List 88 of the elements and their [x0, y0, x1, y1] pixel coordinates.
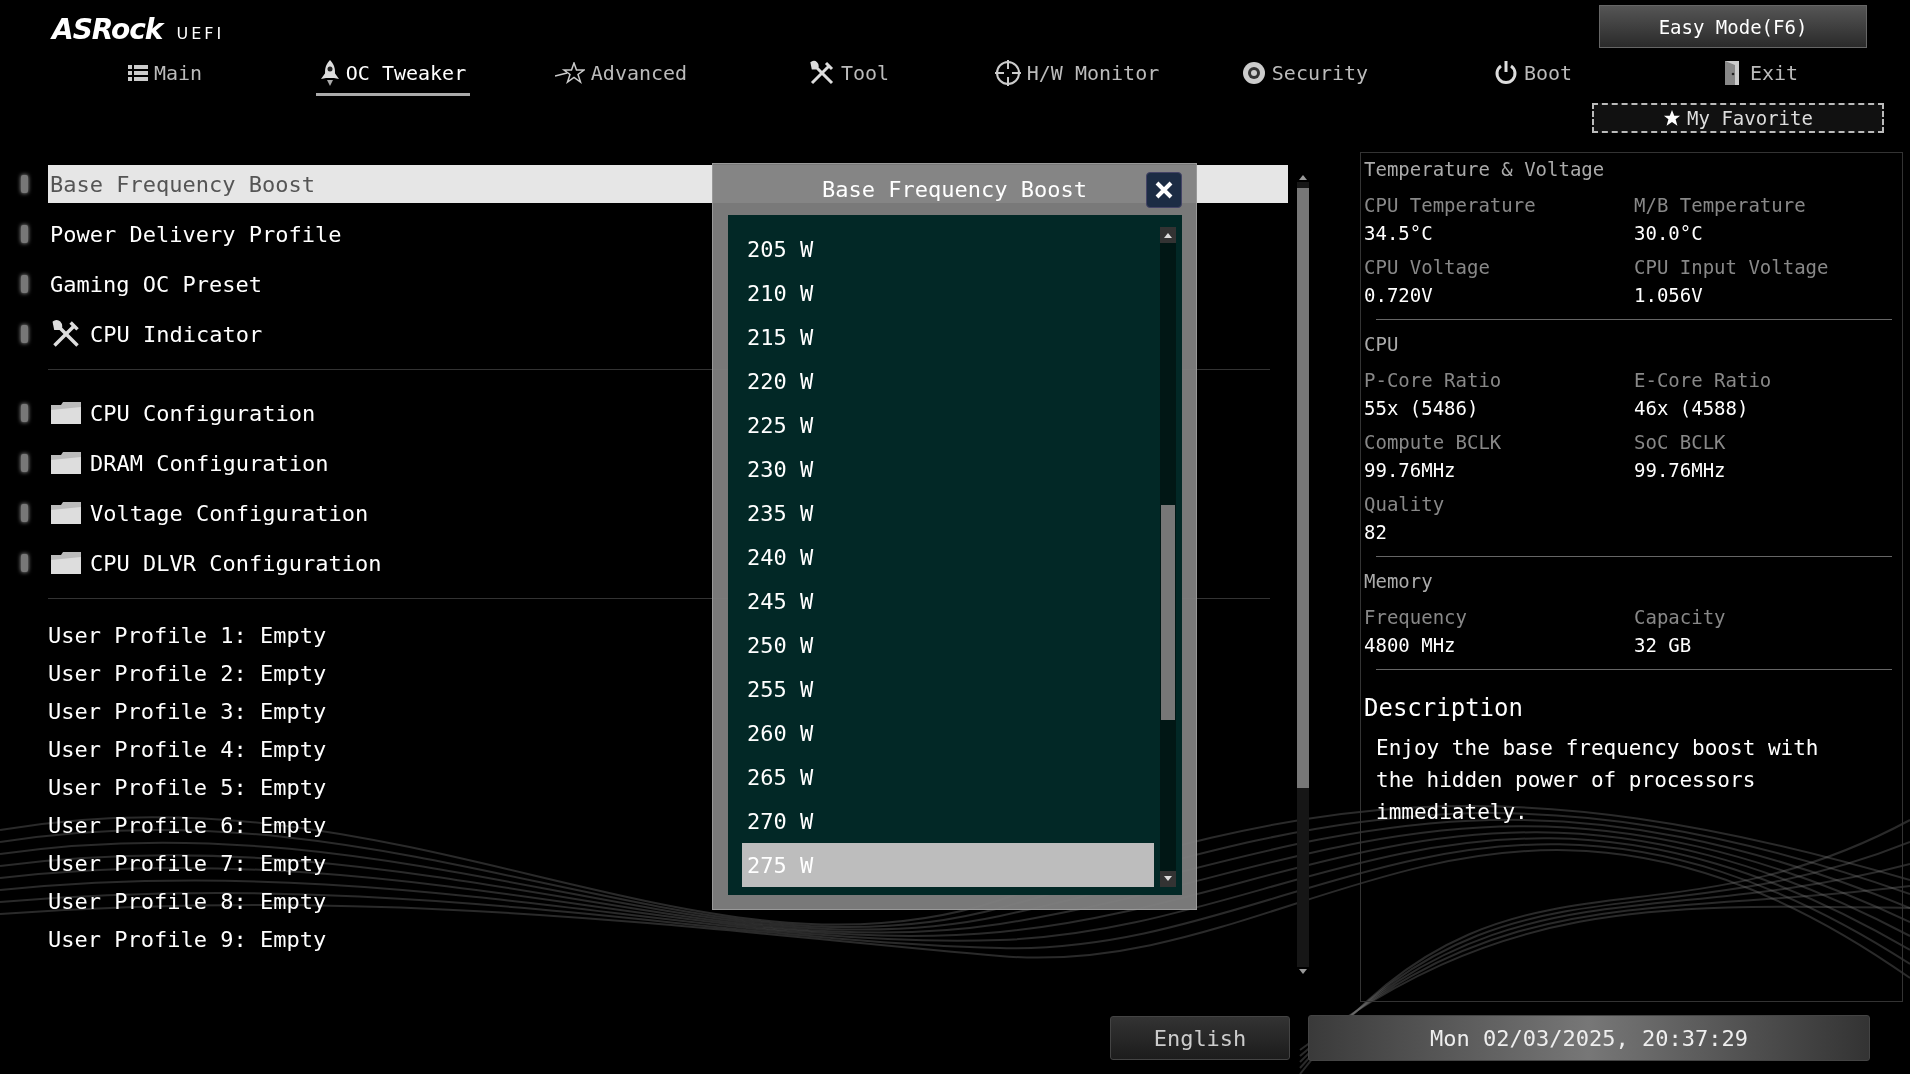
field-value: 99.76MHz	[1364, 458, 1457, 483]
field-value: 46x (4588)	[1634, 396, 1750, 421]
star-icon	[1663, 109, 1682, 128]
folder-icon	[50, 501, 82, 525]
option-item[interactable]: 210 W	[742, 271, 1154, 315]
field-value: 0.720V	[1364, 283, 1434, 308]
bullet-icon	[21, 504, 28, 522]
field-label: CPU Input Voltage	[1634, 255, 1830, 280]
easy-mode-button[interactable]: Easy Mode(F6)	[1599, 5, 1867, 48]
scrollbar[interactable]	[1160, 227, 1176, 887]
user-profile[interactable]: User Profile 3: Empty	[48, 699, 327, 730]
field-label: P-Core Ratio	[1364, 368, 1503, 393]
field-value: 99.76MHz	[1634, 458, 1727, 483]
bullet-icon	[21, 325, 28, 343]
user-profile[interactable]: User Profile 6: Empty	[48, 813, 327, 844]
field-label: Compute BCLK	[1364, 430, 1503, 455]
tab[interactable]: Main	[123, 53, 207, 96]
star-icon	[554, 62, 585, 85]
field-value: 1.056V	[1634, 283, 1704, 308]
option-item[interactable]: 270 W	[742, 799, 1154, 843]
option-item[interactable]: 220 W	[742, 359, 1154, 403]
user-profile[interactable]: User Profile 4: Empty	[48, 737, 327, 768]
field-label: Capacity	[1634, 605, 1727, 630]
option-item[interactable]: 215 W	[742, 315, 1154, 359]
bullet-icon	[21, 454, 28, 472]
date-time: Mon 02/03/2025, 20:37:29	[1308, 1015, 1870, 1061]
tab[interactable]: Tool	[804, 53, 894, 96]
field-label: M/B Temperature	[1634, 193, 1807, 218]
field-label: SoC BCLK	[1634, 430, 1727, 455]
dialog-title: Base Frequency Boost	[822, 177, 1087, 202]
folder-icon	[50, 451, 82, 475]
field-value: 30.0°C	[1634, 221, 1704, 246]
logo-subtitle: UEFI	[176, 24, 225, 43]
field-label: E-Core Ratio	[1634, 368, 1773, 393]
bullet-icon	[21, 175, 28, 193]
logo: ASRock	[52, 13, 163, 46]
tab[interactable]: Exit	[1719, 53, 1803, 96]
user-profile[interactable]: User Profile 9: Empty	[48, 927, 327, 958]
option-item[interactable]: 245 W	[742, 579, 1154, 623]
field-value: 34.5°C	[1364, 221, 1434, 246]
tab[interactable]: Advanced	[550, 53, 692, 96]
close-icon	[1153, 179, 1175, 201]
rocket-icon	[319, 60, 340, 87]
language-button[interactable]: English	[1110, 1016, 1290, 1060]
field-value: 55x (5486)	[1364, 396, 1480, 421]
folder-icon	[50, 551, 82, 575]
option-item[interactable]: 265 W	[742, 755, 1154, 799]
tab[interactable]: Security	[1237, 53, 1373, 96]
user-profile[interactable]: User Profile 7: Empty	[48, 851, 327, 882]
bullet-icon	[21, 554, 28, 572]
field-label: CPU Voltage	[1364, 255, 1491, 280]
favorite-button[interactable]: My Favorite	[1592, 103, 1884, 134]
field-label: Quality	[1364, 492, 1446, 517]
section-title: Temperature & Voltage	[1364, 157, 1606, 182]
bullet-icon	[21, 404, 28, 422]
section-title: CPU	[1364, 332, 1400, 357]
section-title: Memory	[1364, 569, 1434, 594]
option-item[interactable]: 250 W	[742, 623, 1154, 667]
option-item[interactable]: 225 W	[742, 403, 1154, 447]
field-value: 82	[1364, 520, 1388, 545]
field-label: CPU Temperature	[1364, 193, 1537, 218]
option-item[interactable]: 205 W	[742, 227, 1154, 271]
user-profile[interactable]: User Profile 5: Empty	[48, 775, 327, 806]
field-value: 4800 MHz	[1364, 633, 1457, 658]
option-item[interactable]: 240 W	[742, 535, 1154, 579]
field-value: 32 GB	[1634, 633, 1693, 658]
field-label: Frequency	[1364, 605, 1468, 630]
tab[interactable]: H/W Monitor	[990, 53, 1164, 96]
option-item[interactable]: 260 W	[742, 711, 1154, 755]
power-icon	[1493, 60, 1518, 87]
list-icon	[127, 64, 148, 83]
description-text: Enjoy the base frequency boost with the hidden power of processors immediately.	[1375, 735, 1820, 826]
user-profile[interactable]: User Profile 8: Empty	[48, 889, 327, 920]
folder-icon	[50, 401, 82, 425]
close-button[interactable]	[1146, 172, 1182, 208]
option-item[interactable]: 230 W	[742, 447, 1154, 491]
crosshair-icon	[994, 60, 1021, 87]
user-profile[interactable]: User Profile 1: Empty	[48, 623, 327, 654]
option-item[interactable]: 235 W	[742, 491, 1154, 535]
bullet-icon	[21, 225, 28, 243]
description-title: Description	[1364, 694, 1524, 722]
option-item[interactable]: 255 W	[742, 667, 1154, 711]
tools-icon	[808, 60, 835, 87]
user-profile[interactable]: User Profile 2: Empty	[48, 661, 327, 692]
tools-icon	[50, 319, 82, 349]
tab[interactable]: Boot	[1489, 53, 1577, 96]
bullet-icon	[21, 275, 28, 293]
tab[interactable]: OC Tweaker	[315, 53, 471, 96]
